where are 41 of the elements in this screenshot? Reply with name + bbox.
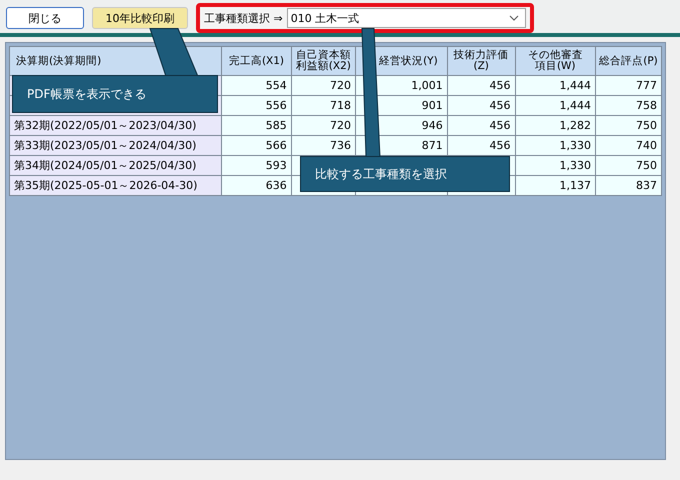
- column-header: その他審査項目(W): [515, 46, 596, 76]
- print-button[interactable]: 10年比較印刷: [92, 7, 188, 29]
- type-dropdown[interactable]: 010 土木一式: [286, 8, 526, 28]
- table-cell: 1,444: [515, 76, 596, 96]
- column-header: 自己資本額利益額(X2): [291, 46, 356, 76]
- table-cell: 1,137: [515, 176, 596, 196]
- table-cell: 718: [291, 96, 356, 116]
- table-cell: 636: [222, 176, 292, 196]
- table-cell: 1,282: [515, 116, 596, 136]
- period-cell: 第32期(2022/05/01～2023/04/30): [10, 116, 222, 136]
- table-cell: 740: [595, 136, 662, 156]
- table-cell: 556: [222, 96, 292, 116]
- column-header: 完工高(X1): [222, 46, 292, 76]
- column-header: 総合評点(P): [595, 46, 662, 76]
- table-cell: 1,330: [515, 136, 596, 156]
- table-cell: 750: [595, 116, 662, 136]
- type-label: 工事種類選択 ⇒: [204, 10, 283, 26]
- table-cell: 777: [595, 76, 662, 96]
- table-cell: 585: [222, 116, 292, 136]
- callout-pointer: [149, 28, 199, 76]
- period-cell: 第33期(2023/05/01～2024/04/30): [10, 136, 222, 156]
- close-button[interactable]: 閉じる: [6, 7, 84, 29]
- table-cell: 593: [222, 156, 292, 176]
- chevron-icon: [508, 15, 519, 21]
- table-cell: 456: [447, 76, 516, 96]
- table-cell: 1,330: [515, 156, 596, 176]
- table-cell: 554: [222, 76, 292, 96]
- column-header: 技術力評価(Z): [447, 46, 516, 76]
- table-cell: 758: [595, 96, 662, 116]
- period-cell: 第34期(2024/05/01～2025/04/30): [10, 156, 222, 176]
- table-cell: 750: [595, 156, 662, 176]
- table-cell: 456: [447, 136, 516, 156]
- table-cell: 1,444: [515, 96, 596, 116]
- table-cell: 720: [291, 76, 356, 96]
- period-cell: 第35期(2025-05-01～2026-04-30): [10, 176, 222, 196]
- table-cell: 566: [222, 136, 292, 156]
- table-cell: 837: [595, 176, 662, 196]
- table-cell: 456: [447, 96, 516, 116]
- table-cell: 736: [291, 136, 356, 156]
- table-cell: 720: [291, 116, 356, 136]
- table-cell: 456: [447, 116, 516, 136]
